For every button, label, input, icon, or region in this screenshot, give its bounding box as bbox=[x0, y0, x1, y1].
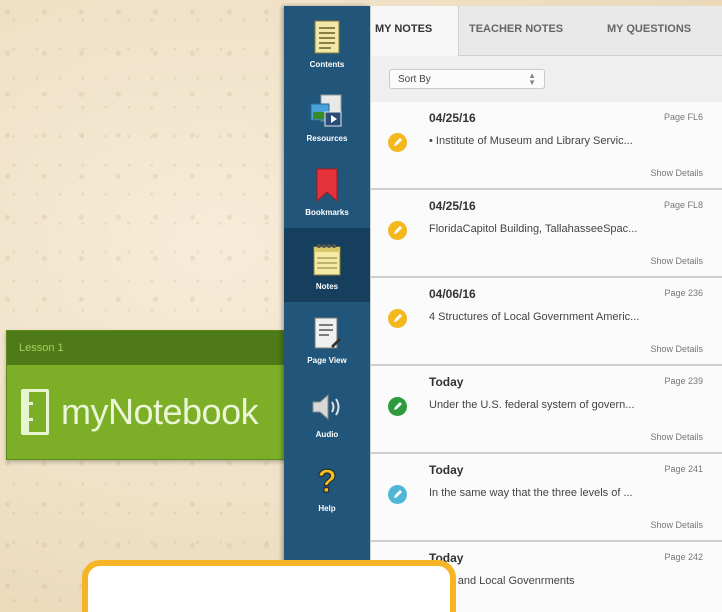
toolbar-item-audio[interactable]: Audio bbox=[284, 376, 370, 450]
toolbar-label: Notes bbox=[315, 282, 339, 291]
tab-my-notes[interactable]: MY NOTES bbox=[371, 6, 459, 56]
note-text: 4 Structures of Local Government Americ.… bbox=[429, 311, 640, 323]
audio-icon bbox=[309, 388, 345, 426]
show-details-link[interactable]: Show Details bbox=[650, 256, 703, 266]
banner-subtitle: Lesson 1 bbox=[7, 331, 287, 365]
note-pencil-icon bbox=[388, 221, 407, 240]
note-text: • Institute of Museum and Library Servic… bbox=[429, 135, 633, 147]
show-details-link[interactable]: Show Details bbox=[650, 168, 703, 178]
mynotebook-banner: Lesson 1 myNotebook bbox=[6, 330, 288, 460]
notebook-icon bbox=[21, 389, 49, 435]
toolbar-label: Contents bbox=[309, 60, 345, 69]
toolbar-item-help[interactable]: ? Help bbox=[284, 450, 370, 524]
bookmark-icon bbox=[309, 166, 345, 204]
sort-by-select[interactable]: Sort By ▲ ▼ bbox=[389, 69, 545, 89]
show-details-link[interactable]: Show Details bbox=[650, 520, 703, 530]
contents-icon bbox=[309, 18, 345, 56]
note-date: Today bbox=[429, 375, 464, 389]
toolbar-label: Audio bbox=[315, 430, 339, 439]
show-details-link[interactable]: Show Details bbox=[650, 344, 703, 354]
show-details-link[interactable]: Show Details bbox=[650, 432, 703, 442]
side-toolbar: Contents Resources Bookmarks Notes Page … bbox=[284, 6, 370, 612]
notes-icon bbox=[309, 240, 345, 278]
note-card[interactable]: 04/25/16 Page FL6 • Institute of Museum an… bbox=[371, 102, 722, 190]
note-date: 04/25/16 bbox=[429, 111, 476, 125]
toolbar-item-contents[interactable]: Contents bbox=[284, 6, 370, 80]
notes-panel: MY NOTES TEACHER NOTES MY QUESTIONS Sort… bbox=[370, 6, 722, 612]
toolbar-item-resources[interactable]: Resources bbox=[284, 80, 370, 154]
banner-title: myNotebook bbox=[61, 391, 259, 432]
note-date: Today bbox=[429, 463, 464, 477]
note-page: Page FL6 bbox=[663, 112, 703, 122]
callout-box bbox=[82, 560, 456, 612]
page-view-icon bbox=[309, 314, 345, 352]
note-page: Page 242 bbox=[664, 552, 703, 562]
sort-by-label: Sort By bbox=[398, 74, 431, 85]
note-pencil-icon bbox=[388, 309, 407, 328]
note-text: FloridaCapitol Building, TallahasseeSpac… bbox=[429, 223, 638, 235]
tab-teacher-notes[interactable]: TEACHER NOTES bbox=[463, 6, 585, 56]
toolbar-item-bookmarks[interactable]: Bookmarks bbox=[284, 154, 370, 228]
note-date: 04/06/16 bbox=[429, 287, 476, 301]
toolbar-label: Help bbox=[318, 504, 336, 513]
toolbar-item-page-view[interactable]: Page View bbox=[284, 302, 370, 376]
sort-arrows-icon: ▲ ▼ bbox=[528, 71, 536, 87]
notes-tabs: MY NOTES TEACHER NOTES MY QUESTIONS bbox=[371, 6, 722, 56]
note-pencil-icon bbox=[388, 397, 407, 416]
toolbar-item-notes[interactable]: Notes bbox=[284, 228, 370, 302]
resources-icon bbox=[309, 92, 345, 130]
toolbar-label: Bookmarks bbox=[305, 208, 349, 217]
note-page: Page FL8 bbox=[663, 200, 703, 210]
sort-bar: Sort By ▲ ▼ bbox=[371, 56, 722, 102]
toolbar-label: Page View bbox=[307, 356, 347, 365]
note-card[interactable]: Today Page 241 In the same way that the th… bbox=[371, 454, 722, 542]
note-page: Page 241 bbox=[664, 464, 703, 474]
note-page: Page 236 bbox=[664, 288, 703, 298]
note-text: Under the U.S. federal system of govern.… bbox=[429, 399, 635, 411]
svg-text:?: ? bbox=[317, 464, 337, 498]
note-card[interactable]: 04/25/16 Page FL8 FloridaCapitol Building,… bbox=[371, 190, 722, 278]
note-page: Page 239 bbox=[664, 376, 703, 386]
note-text: State and Local Govenrments bbox=[429, 575, 575, 587]
note-pencil-icon bbox=[388, 133, 407, 152]
note-date: 04/25/16 bbox=[429, 199, 476, 213]
tab-my-questions[interactable]: MY QUESTIONS bbox=[607, 6, 722, 56]
help-icon: ? bbox=[309, 462, 345, 500]
note-pencil-icon bbox=[388, 485, 407, 504]
toolbar-label: Resources bbox=[306, 134, 348, 143]
note-text: In the same way that the three levels of… bbox=[429, 487, 633, 499]
note-card[interactable]: 04/06/16 Page 236 4 Structures of Local Go… bbox=[371, 278, 722, 366]
note-card[interactable]: Today Page 239 Under the U.S. federal syst… bbox=[371, 366, 722, 454]
